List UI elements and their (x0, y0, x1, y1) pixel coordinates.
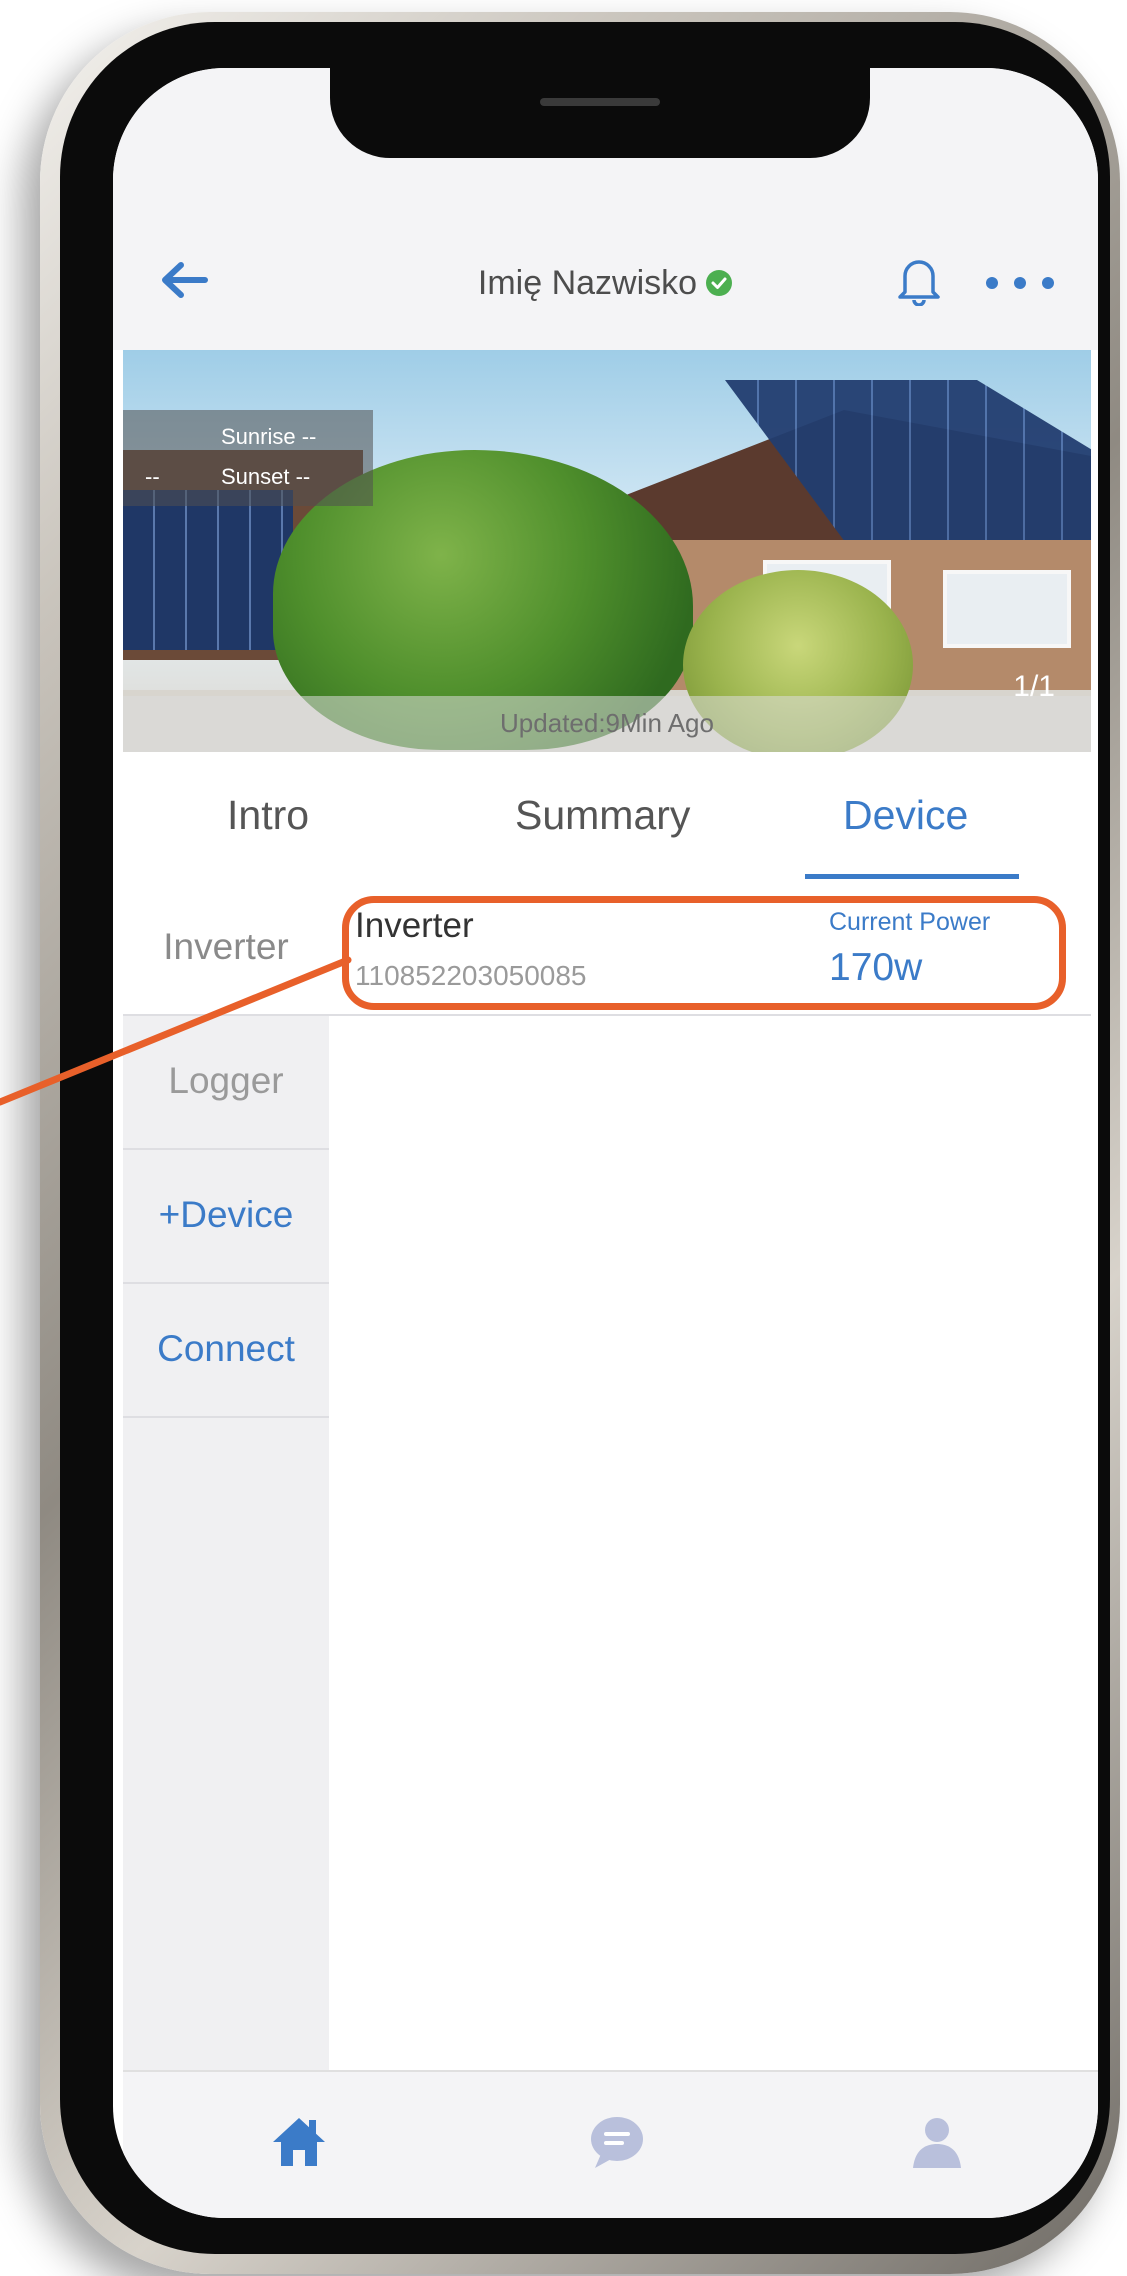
side-item-logger[interactable]: Logger (123, 1014, 329, 1150)
phone-speaker (540, 98, 660, 106)
updated-text: Updated:9Min Ago (500, 708, 714, 738)
sunrise-label: Sunrise -- (221, 424, 317, 449)
home-icon[interactable] (269, 2112, 329, 2172)
sun-times-box: Sunrise -- -- Sunset -- (123, 410, 373, 506)
verified-check-icon (706, 270, 733, 296)
phone-notch (330, 58, 870, 158)
device-list: Inverter 110852203050085 Current Power 1… (329, 880, 1091, 2070)
tab-intro[interactable]: Intro (227, 792, 309, 839)
device-highlight-callout (342, 896, 1066, 1010)
app-screen: Imię Nazwisko Sunrise -- -- Sunset -- 1/… (113, 68, 1098, 2218)
page-title-text: Imię Nazwisko (477, 264, 698, 302)
add-device-button[interactable]: +Device (123, 1148, 329, 1284)
plant-photo[interactable]: Sunrise -- -- Sunset -- 1/1 Updated:9Min… (123, 350, 1091, 752)
page-title: Imię Nazwisko (113, 264, 1098, 303)
device-type-menu: Inverter Logger +Device Connect (123, 880, 329, 2070)
active-tab-indicator (805, 874, 1019, 879)
bottom-nav (123, 2070, 1098, 2218)
house-window (943, 570, 1071, 648)
user-icon[interactable] (907, 2112, 967, 2172)
tab-bar: Intro Summary Device (123, 752, 1091, 882)
side-item-inverter[interactable]: Inverter (123, 880, 329, 1016)
sunset-label: Sunset -- (221, 464, 311, 489)
bell-icon[interactable] (895, 254, 943, 306)
more-options-icon[interactable] (985, 276, 1055, 290)
tab-summary[interactable]: Summary (515, 792, 690, 839)
chat-icon[interactable] (587, 2112, 647, 2172)
updated-bar: Updated:9Min Ago (123, 696, 1091, 752)
connect-button[interactable]: Connect (123, 1282, 329, 1418)
dash-placeholder: -- (145, 464, 160, 489)
tab-device[interactable]: Device (843, 792, 968, 839)
solar-panels-left (123, 490, 293, 650)
